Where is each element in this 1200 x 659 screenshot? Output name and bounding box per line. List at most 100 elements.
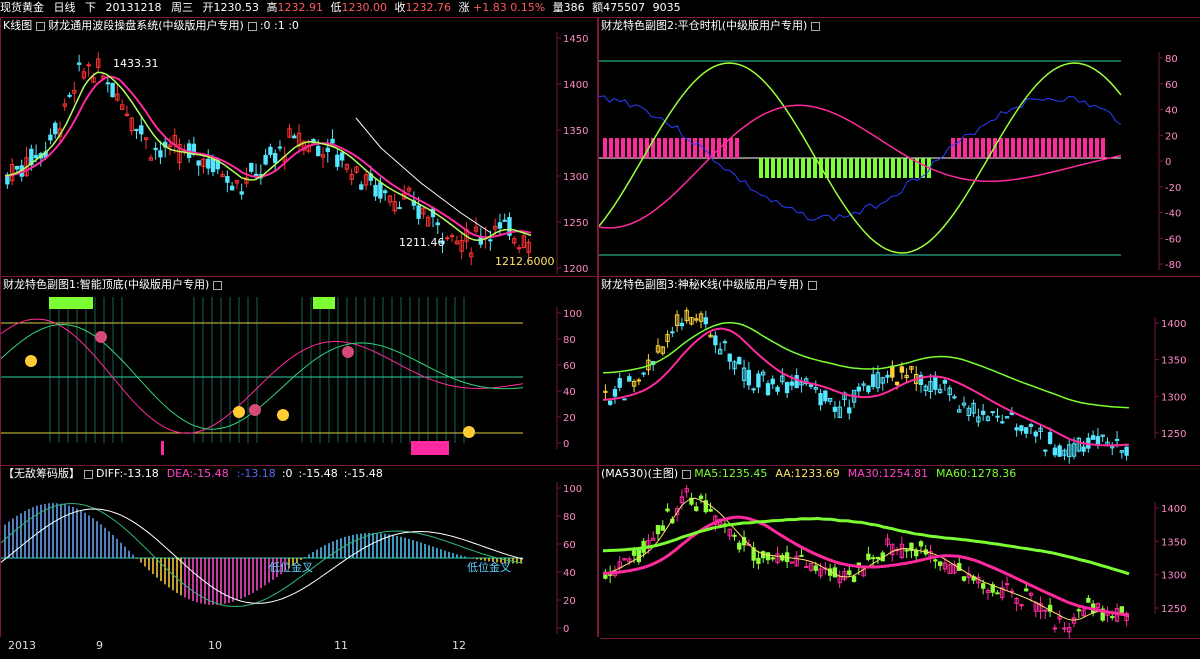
sub2-panel[interactable]: 财龙特色副图2:平仓时机(中级版用户专用) 80 60 40 20 0 -20 -40 -60…: [598, 17, 1200, 277]
macd-panel[interactable]: 【无敌筹码版】 DIFF:-13.18 DEA:-15.48:-13.18:0:-1…: [0, 465, 598, 639]
candle-body: [737, 357, 742, 365]
hist-bar: [909, 158, 913, 178]
candle-body: [933, 376, 938, 390]
hist-bar: [1065, 138, 1069, 158]
panel-toggle-icon[interactable]: [36, 21, 46, 31]
y-axis-tick-label: 80: [563, 512, 576, 523]
candle-body: [445, 237, 450, 240]
candle-body: [765, 552, 771, 561]
candle-body: [316, 145, 321, 157]
candle-body: [894, 381, 900, 386]
y-axis-tick-label: 20: [563, 596, 576, 607]
sub3-panel[interactable]: 财龙特色副图3:神秘K线(中级版用户专用) 1400 1350 1300 1250: [598, 276, 1200, 466]
sub2-chart: 80 60 40 20 0 -20 -40 -60 -80: [599, 52, 1181, 271]
y-axis-tick-label: 1350: [563, 126, 588, 137]
candle-body: [636, 379, 642, 382]
candle-body: [823, 390, 828, 402]
hist-bar: [807, 158, 811, 178]
hist-bar: [873, 158, 877, 178]
candle-body: [359, 184, 364, 190]
hist-bar: [1011, 138, 1015, 158]
panel-toggle-icon[interactable]: [811, 21, 821, 31]
candle-body: [1024, 588, 1029, 592]
hist-bar: [693, 138, 697, 158]
candle-body: [890, 365, 895, 378]
hist-bar: [837, 158, 841, 178]
candle-body: [990, 411, 995, 414]
candle-body: [866, 385, 871, 393]
candle-body: [870, 557, 876, 560]
panel-toggle-icon[interactable]: [213, 280, 223, 290]
candle-body: [636, 549, 642, 563]
sub3-chart: 1400 1350 1300 1250: [602, 307, 1186, 464]
y-axis-tick-label: 60: [563, 540, 576, 551]
magenta-line: [599, 104, 1122, 229]
candle-body: [378, 182, 383, 199]
close-price: 收1232.76: [394, 1, 452, 14]
hist-bar: [1071, 138, 1075, 158]
y-axis-tick-label: 1400: [563, 80, 588, 91]
candle-body: [397, 206, 402, 210]
candle-body: [622, 398, 627, 401]
date-axis-label: 2013: [8, 639, 36, 652]
panel-toggle-icon[interactable]: [682, 469, 692, 479]
ma-panel[interactable]: (MA530)(主图) MA5:1235.45 AA:1233.69 MA30:125…: [598, 465, 1200, 639]
y-axis-tick-label: -40: [1165, 209, 1181, 220]
candle-body: [870, 374, 876, 387]
hist-bar: [951, 138, 955, 158]
candle-body: [847, 407, 852, 414]
hist-bar: [735, 138, 739, 158]
buy-signal-icon: [463, 426, 475, 438]
y-axis-tick-label: 40: [1165, 106, 1178, 117]
candle-body: [1095, 436, 1101, 445]
panel-toggle-icon[interactable]: [84, 469, 93, 479]
quote-header: 现货黄金 日线 下 20131218 周三 开1230.53 高1232.91 …: [0, 0, 1200, 16]
y-axis-tick-label: 60: [563, 361, 576, 372]
candle-body: [33, 154, 39, 159]
candle-body: [1043, 449, 1048, 452]
y-axis-tick-label: 1250: [563, 218, 588, 229]
candle-body: [899, 366, 905, 373]
hist-bar: [861, 158, 865, 178]
candle-body: [382, 190, 388, 194]
candle-body: [952, 396, 957, 399]
candle-body: [1019, 425, 1024, 432]
candle-body: [918, 541, 924, 547]
hist-bar: [729, 138, 733, 158]
amount-value: 额475507: [592, 1, 646, 14]
hist-bar: [657, 138, 661, 158]
panel-toggle-icon[interactable]: [807, 280, 817, 290]
hist-bar: [633, 138, 637, 158]
main-kline-panel[interactable]: K线图 财龙通用波段操盘系统(中级版用户专用):0 :1 :0 1450 1400 1…: [0, 17, 598, 277]
y-axis-tick-label: 1250: [1161, 604, 1186, 615]
y-axis-tick-label: 1400: [1161, 504, 1186, 515]
hist-bar: [879, 158, 883, 178]
sub1-panel-title: 财龙特色副图1:智能顶底(中级版用户专用): [3, 278, 225, 292]
y-axis-tick-label: 80: [563, 335, 576, 346]
candle-body: [631, 550, 637, 556]
ma-chart: 1400 1350 1300 1250: [602, 485, 1186, 638]
hist-bar: [765, 158, 769, 178]
sub1-chart: 100 80 60 40 20 0: [1, 297, 582, 455]
hist-bar: [1005, 138, 1009, 158]
sub1-panel[interactable]: 财龙特色副图1:智能顶底(中级版用户专用) 100 80 60 40 20 0: [0, 276, 598, 466]
y-axis-tick-label: 100: [563, 309, 582, 320]
hist-bar: [663, 138, 667, 158]
panel-toggle-icon[interactable]: [247, 21, 257, 31]
y-axis-tick-label: 100: [563, 484, 582, 495]
candle-body: [866, 553, 871, 560]
candle-body: [1057, 445, 1062, 457]
candle-body: [851, 575, 857, 582]
hist-bar: [615, 138, 619, 158]
mode-label[interactable]: 下: [85, 1, 96, 14]
y-axis-tick-label: 1300: [1161, 571, 1186, 582]
candle-body: [856, 386, 862, 392]
candle-body: [627, 376, 632, 382]
candle-body: [808, 384, 814, 387]
period-label[interactable]: 日线: [54, 1, 76, 14]
hist-bar: [963, 138, 967, 158]
hist-bar: [621, 138, 625, 158]
y-axis-tick-label: -20: [1165, 183, 1181, 194]
candle-body: [770, 378, 775, 385]
candle-body: [488, 239, 493, 242]
